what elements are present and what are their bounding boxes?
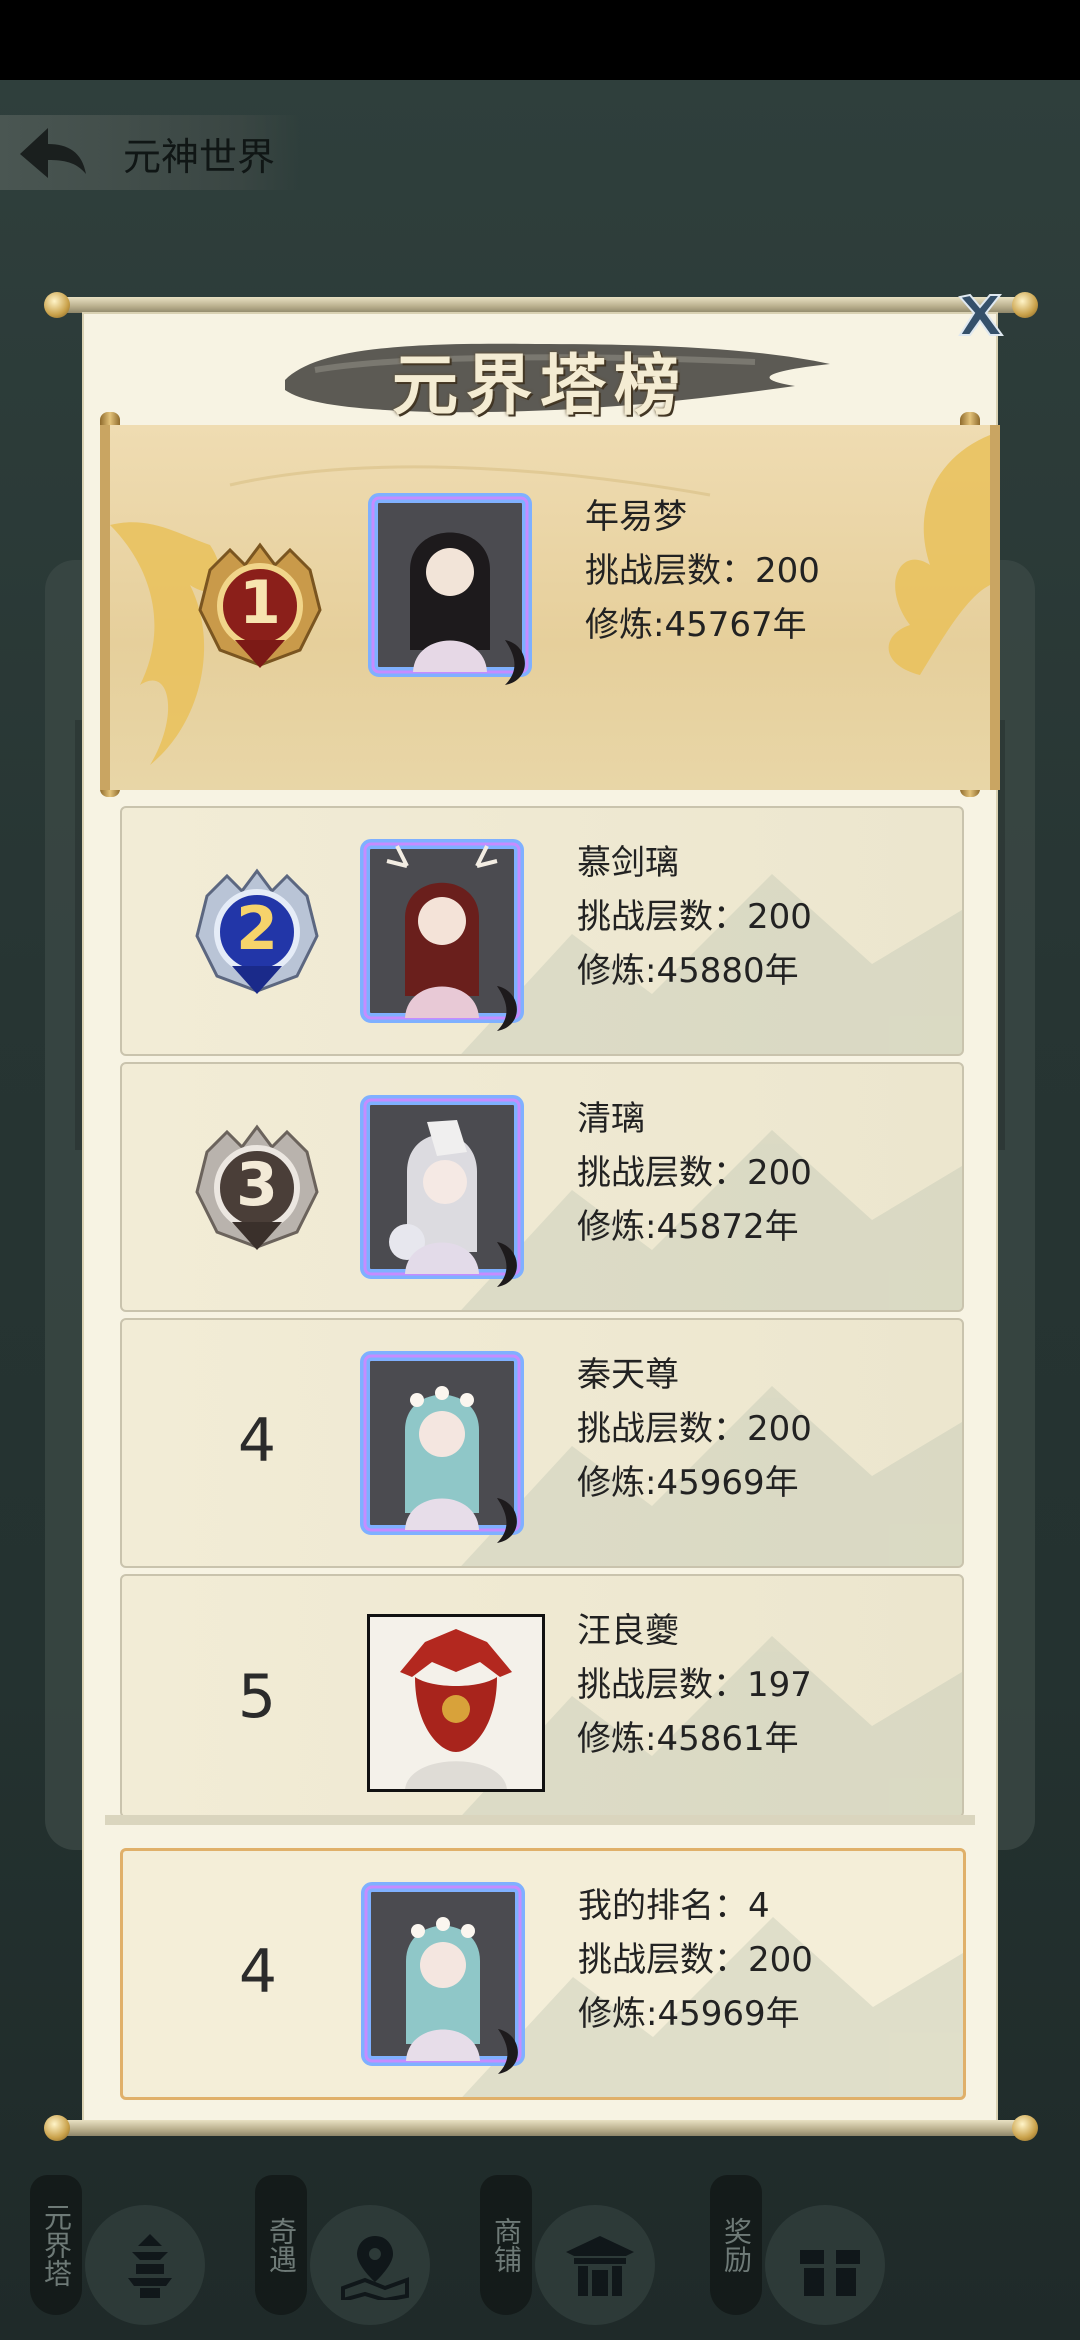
nav-item-shop[interactable]: 商铺 bbox=[480, 2160, 660, 2325]
player-name: 汪良夔 bbox=[577, 1611, 679, 1651]
my-info: 我的排名：4 挑战层数：200 修炼:45969年 bbox=[578, 1879, 813, 2041]
nav-label: 奖励 bbox=[710, 2175, 762, 2315]
player-info: 慕剑璃 挑战层数：200 修炼:45880年 bbox=[577, 836, 812, 998]
rank-row-3[interactable]: 3 清璃 挑战层数：200 修炼:45872年 bbox=[120, 1062, 964, 1312]
close-button[interactable] bbox=[950, 285, 1010, 345]
challenge-floors: 挑战层数：200 bbox=[585, 551, 820, 591]
challenge-floors: 挑战层数：200 bbox=[577, 1153, 812, 1193]
scroll-rod-bottom bbox=[55, 2120, 1030, 2136]
player-name: 清璃 bbox=[577, 1099, 645, 1139]
rank-row-2[interactable]: 2 慕剑璃 挑战层数：200 修炼:45880年 bbox=[120, 806, 964, 1056]
rod-cap bbox=[1012, 2115, 1038, 2141]
cultivation-years: 修炼:45767年 bbox=[585, 605, 807, 645]
challenge-floors: 挑战层数：200 bbox=[577, 1409, 812, 1449]
page-title: 元神世界 bbox=[123, 135, 276, 179]
rank-2-medal: 2 bbox=[187, 866, 327, 996]
player-info: 清璃 挑战层数：200 修炼:45872年 bbox=[577, 1092, 812, 1254]
player-info: 秦天尊 挑战层数：200 修炼:45969年 bbox=[577, 1348, 812, 1510]
rank-number: 2 bbox=[236, 894, 278, 964]
reward-chest-icon bbox=[800, 2250, 860, 2296]
rank-number: 5 bbox=[237, 1662, 277, 1732]
status-bar bbox=[0, 0, 1080, 80]
nav-item-rewards[interactable]: 奖励 bbox=[710, 2160, 890, 2325]
avatar-frame bbox=[348, 1869, 538, 2079]
back-arrow-icon[interactable] bbox=[12, 118, 92, 188]
pagoda-icon bbox=[128, 2234, 172, 2298]
challenge-floors: 挑战层数：200 bbox=[578, 1940, 813, 1980]
rod-cap bbox=[1012, 292, 1038, 318]
avatar-frame bbox=[355, 480, 545, 690]
cultivation-years: 修炼:45872年 bbox=[577, 1207, 799, 1247]
avatar-frame bbox=[347, 826, 537, 1036]
cultivation-years: 修炼:45969年 bbox=[578, 1994, 800, 2034]
rod-cap bbox=[44, 2115, 70, 2141]
rank-number: 4 bbox=[237, 1406, 277, 1476]
player-name: 慕剑璃 bbox=[577, 843, 679, 883]
rod-cap bbox=[44, 292, 70, 318]
nav-label: 奇遇 bbox=[255, 2175, 307, 2315]
list-divider bbox=[105, 1815, 975, 1825]
cultivation-years: 修炼:45880年 bbox=[577, 951, 799, 991]
cultivation-years: 修炼:45861年 bbox=[577, 1719, 799, 1759]
shop-icon bbox=[566, 2236, 634, 2296]
scroll-rod-top bbox=[55, 297, 1030, 313]
rank-1-medal: 1 bbox=[190, 540, 330, 670]
player-name: 年易梦 bbox=[585, 497, 687, 537]
player-info: 汪良夔 挑战层数：197 修炼:45861年 bbox=[577, 1604, 812, 1766]
challenge-floors: 挑战层数：197 bbox=[577, 1665, 812, 1705]
rank-3-medal: 3 bbox=[187, 1122, 327, 1252]
rank-number: 1 bbox=[239, 568, 281, 638]
nav-label: 元界塔 bbox=[30, 2175, 82, 2315]
player-name: 秦天尊 bbox=[577, 1355, 679, 1395]
rank-row-4[interactable]: 4 秦天尊 挑战层数：200 修炼:45969年 bbox=[120, 1318, 964, 1568]
my-rank-number: 4 bbox=[238, 1937, 278, 2007]
avatar-frame bbox=[347, 1338, 537, 1548]
modal-title: 元界塔榜 bbox=[392, 346, 688, 424]
rank-row-5[interactable]: 5 汪良夔 挑战层数：197 修炼:45861年 bbox=[120, 1574, 964, 1818]
player-info: 年易梦 挑战层数：200 修炼:45767年 bbox=[585, 490, 820, 652]
challenge-floors: 挑战层数：200 bbox=[577, 897, 812, 937]
nav-item-tower[interactable]: 元界塔 bbox=[30, 2160, 210, 2325]
map-pin-icon bbox=[341, 2236, 409, 2300]
nav-label: 商铺 bbox=[480, 2175, 532, 2315]
bottom-nav: 元界塔 奇遇 商铺 奖励 bbox=[0, 2150, 1080, 2340]
close-icon bbox=[958, 293, 1004, 336]
my-rank-label: 我的排名：4 bbox=[578, 1886, 770, 1926]
nav-item-adventure[interactable]: 奇遇 bbox=[255, 2160, 435, 2325]
avatar-frame bbox=[347, 1082, 537, 1292]
rank-number: 3 bbox=[236, 1150, 278, 1220]
rank-row-1[interactable]: 1 年易梦 挑战层数：200 修炼:45767年 bbox=[100, 425, 1000, 790]
cultivation-years: 修炼:45969年 bbox=[577, 1463, 799, 1503]
avatar-plain bbox=[367, 1614, 545, 1792]
my-rank-row[interactable]: 4 我的排名：4 挑战层数：200 修炼:45969年 bbox=[120, 1848, 966, 2100]
